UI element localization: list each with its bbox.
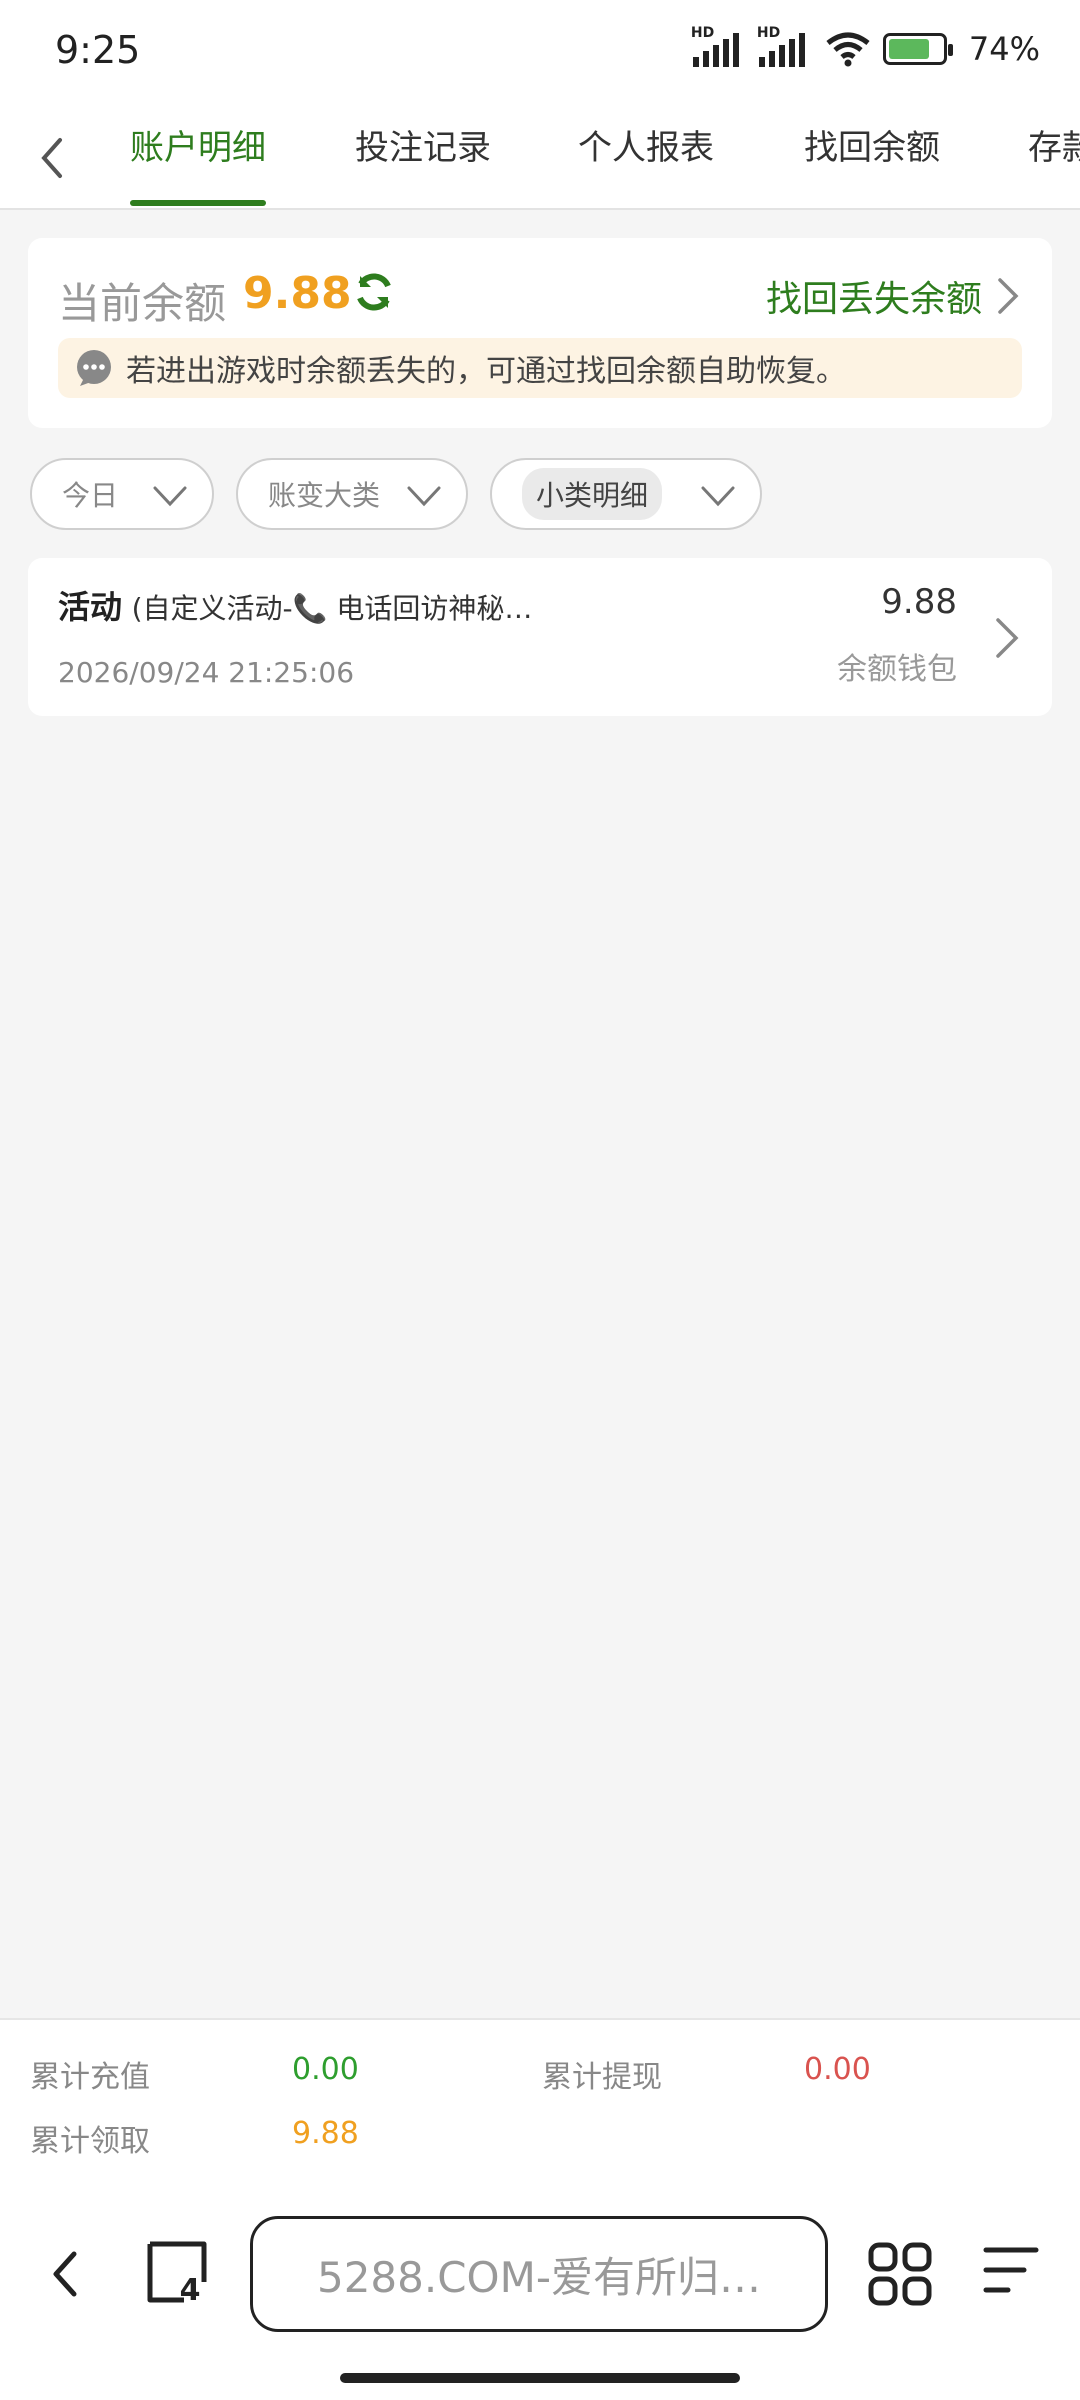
tab-deposit[interactable]: 存款 [1028,120,1080,169]
tabs-icon[interactable]: 4 [144,2240,210,2304]
record-type: 活动 [58,588,123,626]
category-filter-dropdown[interactable]: 账变大类 [236,458,468,530]
cellular-signal-icon: HD [691,25,739,67]
claimed-total-label: 累计领取 [30,2124,150,2159]
transaction-record[interactable]: 活动 (自定义活动-📞 电话回访神秘… 2026/09/24 21:25:06 … [28,558,1052,716]
balance-label: 当前余额 [58,279,227,328]
recharge-total-value: 0.00 [292,2052,359,2087]
active-tab-indicator [130,200,266,206]
browser-toolbar: 4 5288.COM-爱有所归… [0,2178,1080,2400]
battery-icon [882,33,953,65]
chevron-right-icon [996,618,1019,658]
chevron-down-icon [701,486,735,507]
subcategory-filter-dropdown[interactable]: 小类明细 [490,458,762,530]
tab-personal-report[interactable]: 个人报表 [578,120,714,169]
chevron-down-icon [153,486,187,507]
summary-panel: 累计充值 0.00 累计提现 0.00 累计领取 9.88 [0,2018,1080,2178]
recover-lost-balance-link[interactable]: 找回丢失余额 [766,270,1020,322]
browser-back-icon[interactable] [44,2244,88,2304]
date-filter-dropdown[interactable]: 今日 [30,458,214,530]
cellular-signal-icon-2: HD [757,25,805,67]
record-title: 活动 (自定义活动-📞 电话回访神秘… [58,582,532,628]
balance-card: 当前余额 9.88 找回丢失余额 若进出游戏时余额丢失的，可通过找回余额自助恢复… [28,238,1052,428]
withdraw-total-label: 累计提现 [542,2060,662,2095]
home-indicator[interactable] [340,2373,740,2383]
tab-recover-balance[interactable]: 找回余额 [804,120,940,169]
claimed-total-value: 9.88 [292,2116,359,2151]
apps-grid-icon[interactable] [868,2242,932,2306]
date-filter-label: 今日 [62,479,119,512]
withdraw-total-value: 0.00 [804,2052,871,2087]
tab-bar: 账户明细 投注记录 个人报表 找回余额 存款 [0,100,1080,210]
category-filter-label: 账变大类 [268,479,381,512]
wifi-icon [826,32,870,67]
tab-account-details[interactable]: 账户明细 [130,120,266,169]
status-time: 9:25 [55,28,141,72]
battery-percent: 74% [968,30,1040,68]
record-time: 2026/09/24 21:25:06 [58,656,355,689]
menu-icon[interactable] [982,2244,1040,2296]
recover-link-label: 找回丢失余额 [765,279,982,320]
url-bar[interactable]: 5288.COM-爱有所归… [250,2216,828,2332]
record-amount: 9.88 [881,582,957,622]
notice-text: 若进出游戏时余额丢失的，可通过找回余额自助恢复。 [126,354,846,389]
chevron-right-icon [998,278,1019,314]
chevron-down-icon [407,486,441,507]
tab-bet-records[interactable]: 投注记录 [355,120,491,169]
record-wallet: 余额钱包 [837,652,957,687]
balance-value: 9.88 [243,268,352,319]
refresh-icon[interactable] [350,268,398,316]
status-icons: HD HD 74% [691,25,1040,68]
subcategory-filter-label: 小类明细 [522,468,663,520]
url-text: 5288.COM-爱有所归… [316,2252,761,2302]
recharge-total-label: 累计充值 [30,2060,150,2095]
tab-count: 4 [180,2273,201,2304]
status-bar: 9:25 HD HD 74% [0,0,1080,100]
chat-bubble-icon [77,350,111,386]
notice-banner: 若进出游戏时余额丢失的，可通过找回余额自助恢复。 [58,338,1022,398]
back-icon[interactable] [30,128,74,188]
record-detail: (自定义活动-📞 电话回访神秘… [131,592,533,625]
